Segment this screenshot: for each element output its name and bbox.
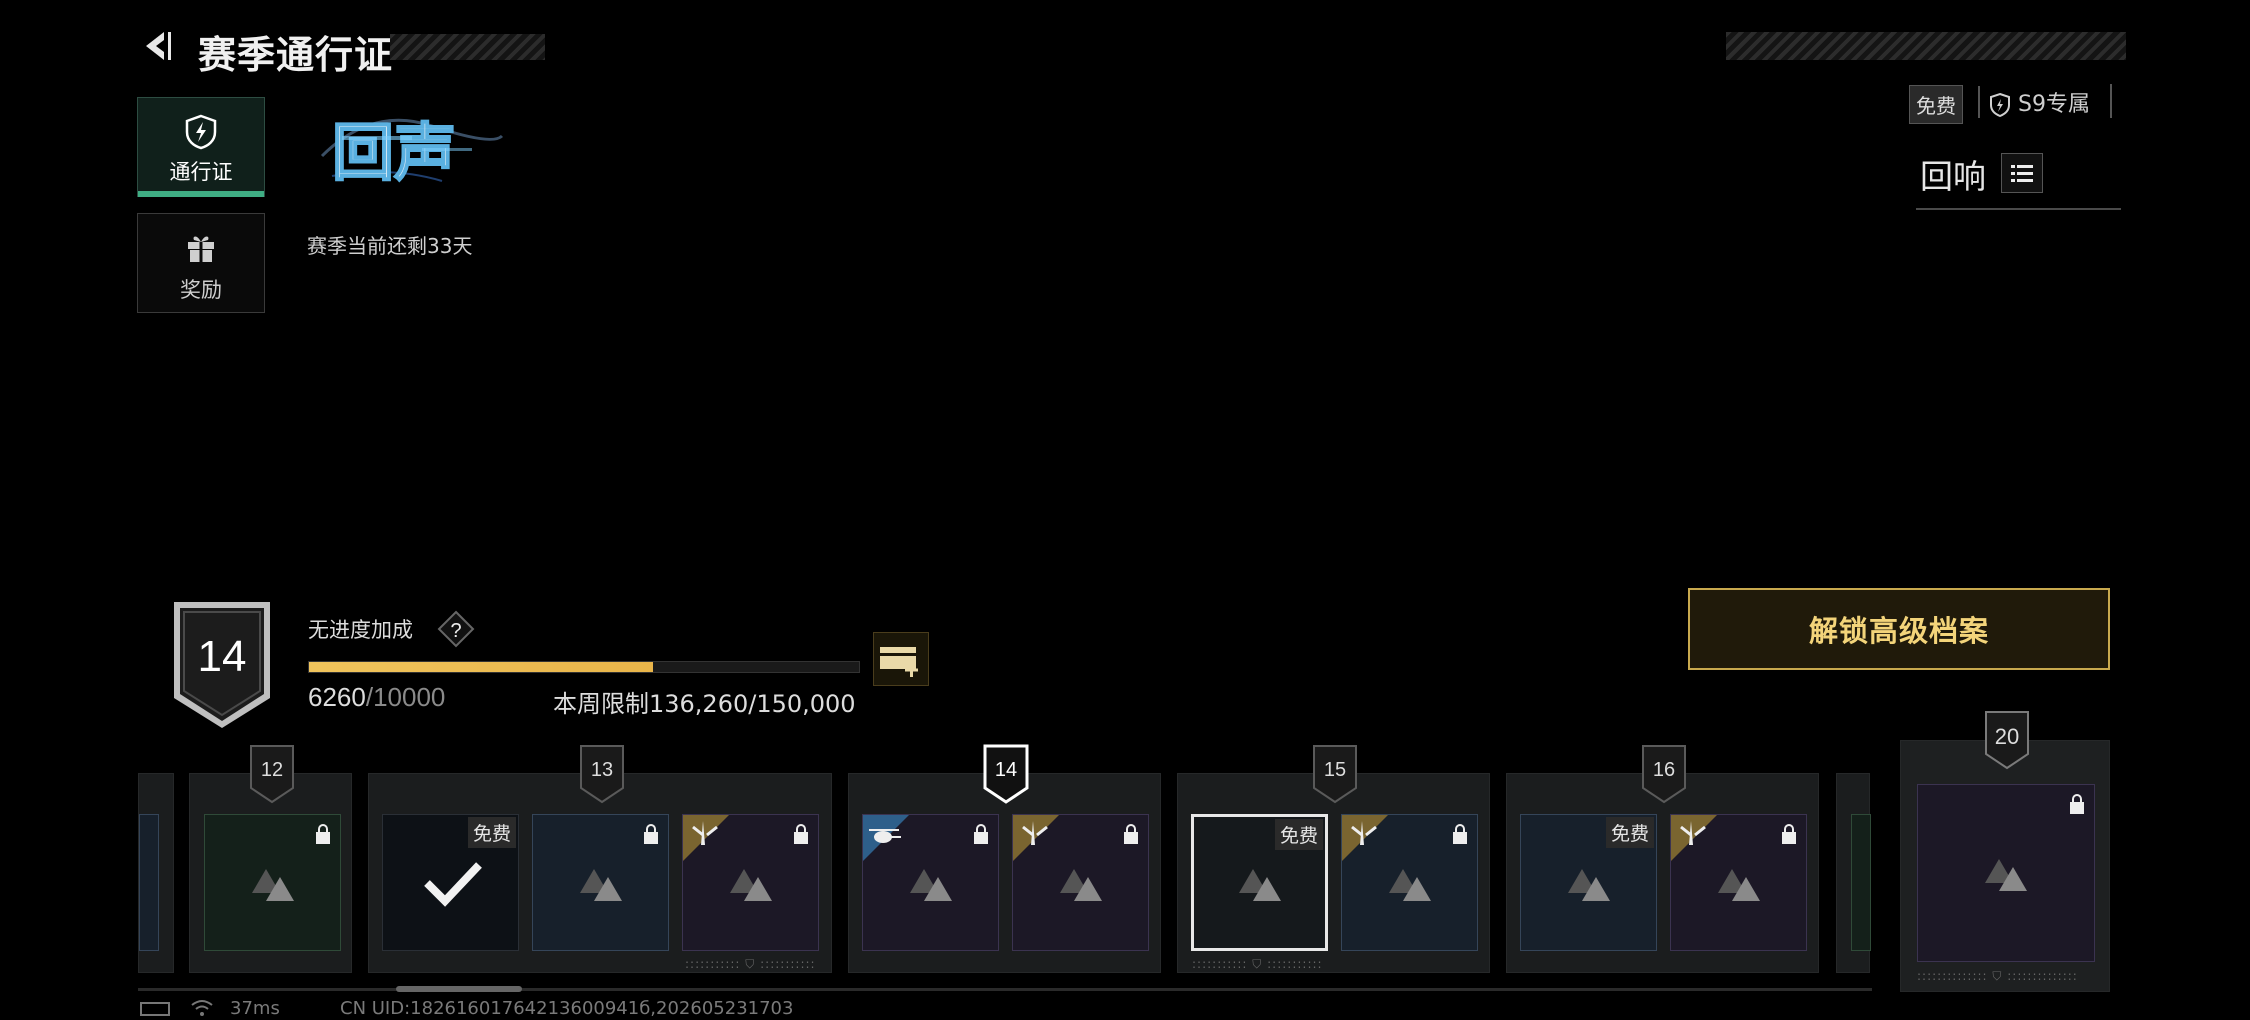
reward-item-13-premium-2[interactable] [682,814,819,951]
placeholder-triangle-icon [1238,868,1281,901]
lock-icon [2070,794,2084,814]
lock-icon [1453,824,1467,844]
help-symbol: ? [450,620,461,642]
placeholder-triangle-icon [909,868,952,901]
tier-number-15: 15 [1323,759,1347,781]
xp-current: 6260 [308,682,366,712]
season-remaining-text: 赛季当前还剩33天 [307,234,473,258]
helicopter-emblem-icon [863,815,909,861]
s9-label-text: S9专属 [2018,92,2090,117]
dots-divider: ::::::::::: ⛉ ::::::::::: [1192,957,1323,971]
reward-item[interactable] [1851,814,1871,951]
reward-item-13-free[interactable]: 免费 [382,814,519,951]
battery-icon [140,1002,170,1016]
help-icon[interactable]: ? [437,610,475,648]
free-tag: 免费 [1274,819,1323,850]
placeholder-triangle-icon [729,868,772,901]
tier-number-13: 13 [590,759,614,781]
reward-item[interactable] [139,814,159,951]
xp-progress-fill [309,662,654,672]
nav-reward-tab[interactable]: 奖励 [137,213,265,313]
placeholder-triangle-icon [1985,859,2027,891]
s9-divider [2110,84,2112,118]
free-badge: 免费 [1909,85,1963,124]
placeholder-triangle-icon [1059,868,1102,901]
free-tag: 免费 [467,817,516,848]
knife-emblem-icon [1342,815,1388,861]
lock-icon [974,824,988,844]
echo-season-label: 回响 [1920,157,1986,196]
placeholder-triangle-icon [579,868,622,901]
reward-item-16-premium[interactable] [1670,814,1807,951]
pass-shield-icon [185,114,217,150]
reward-scroll-thumb[interactable] [396,986,522,992]
season-logo-text: 回声 [332,116,456,189]
reward-item-14-1[interactable] [862,814,999,951]
xp-max: /10000 [365,682,446,712]
lock-icon [794,824,808,844]
uid-text: CN UID:18261601764213600941б,20260523170… [340,998,794,1019]
echo-underline [1916,208,2121,210]
wifi-icon [191,1000,213,1016]
unlock-premium-button[interactable]: 解锁高级档案 [1688,588,2110,670]
tier-number-12: 12 [260,759,284,781]
free-tag: 免费 [1605,817,1654,848]
reward-slot-partial[interactable] [138,773,174,973]
weekly-limit-text: 本周限制136,260/150,000 [553,690,856,718]
reward-slot-partial-right[interactable] [1836,773,1871,973]
s9-shield-icon [1990,92,2010,118]
knife-emblem-icon [683,815,729,861]
list-menu-button[interactable] [2001,153,2043,193]
header-hatch-decoration [1726,32,2126,60]
nav-reward-label: 奖励 [180,278,222,302]
placeholder-triangle-icon [1717,868,1760,901]
list-icon [2011,165,2033,182]
reward-item-15-premium[interactable] [1341,814,1478,951]
lock-icon [1782,824,1796,844]
season-echo-logo: 回声 [320,115,504,190]
lock-icon [644,824,658,844]
knife-emblem-icon [1013,815,1059,861]
reward-item-13-premium-1[interactable] [532,814,669,951]
placeholder-triangle-icon [251,868,294,901]
reward-item-20[interactable] [1917,784,2095,962]
premium-dots-divider: ::::::::::: ⛉ ::::::::::: [685,957,816,971]
s9-exclusive-label: S9专属 [1978,86,2090,118]
knife-emblem-icon [1671,815,1717,861]
lock-icon [316,824,330,844]
nav-pass-tab[interactable]: 通行证 [137,97,265,197]
ping-text: 37ms [230,998,280,1019]
dots-divider: :::::::::::::: ⛉ :::::::::::::: [1917,969,2078,983]
reward-item-16-free[interactable]: 免费 [1520,814,1657,951]
reward-item-15-free-selected[interactable]: 免费 [1191,814,1328,951]
page-title: 赛季通行证 [198,33,394,77]
no-bonus-label: 无进度加成 [308,618,413,642]
xp-card-icon [880,647,918,677]
nav-pass-label: 通行证 [169,160,233,184]
placeholder-triangle-icon [1567,868,1610,901]
xp-value: 6260/10000 [308,682,445,713]
title-hatch-decoration [390,34,545,60]
tier-number-20: 20 [1994,724,2020,749]
tier-slot-20-milestone[interactable]: :::::::::::::: ⛉ :::::::::::::: [1900,740,2110,992]
back-arrow-icon[interactable] [138,26,178,66]
reward-item-12-free[interactable] [204,814,341,951]
gift-icon [188,236,214,262]
placeholder-triangle-icon [1388,868,1431,901]
nav-active-indicator [138,191,264,197]
lock-icon [1124,824,1138,844]
xp-boost-card-button[interactable] [873,632,929,686]
xp-progress-bar [308,661,860,673]
reward-item-14-2[interactable] [1012,814,1149,951]
level-number: 14 [197,632,247,681]
tier-number-14: 14 [994,759,1018,781]
tier-number-16: 16 [1652,759,1676,781]
